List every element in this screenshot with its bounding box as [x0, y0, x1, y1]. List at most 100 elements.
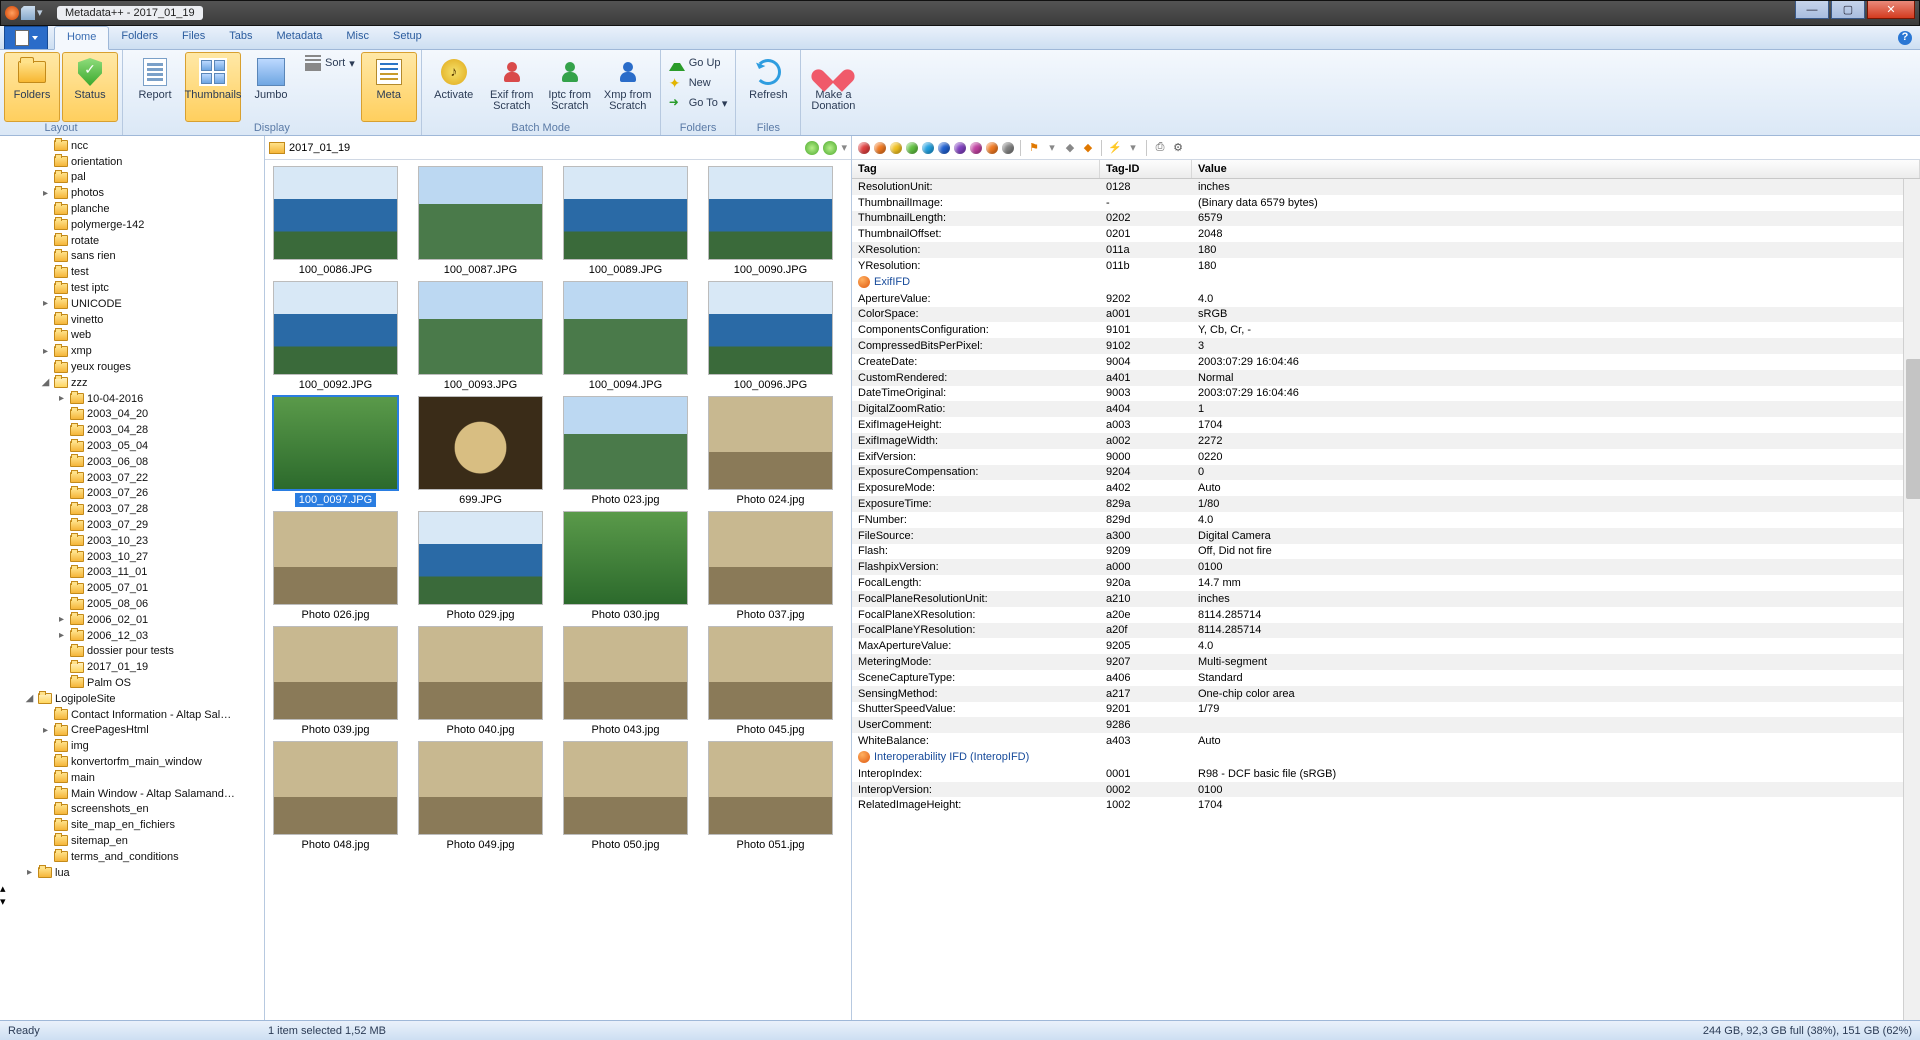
tree-node[interactable]: orientation [2, 154, 264, 170]
metadata-row[interactable]: CustomRendered:a401Normal [852, 370, 1920, 386]
thumbnail[interactable]: 100_0090.JPG [708, 166, 833, 277]
metadata-row[interactable]: CompressedBitsPerPixel:91023 [852, 338, 1920, 354]
flag-dropdown-icon[interactable]: ▾ [1045, 141, 1059, 155]
color-dot[interactable] [970, 142, 982, 154]
metadata-row[interactable]: FocalPlaneYResolution:a20f8114.285714 [852, 623, 1920, 639]
metadata-row[interactable]: ThumbnailImage:-(Binary data 6579 bytes) [852, 195, 1920, 211]
tree-node[interactable]: 2005_08_06 [2, 596, 264, 612]
thumbnail[interactable]: Photo 030.jpg [563, 511, 688, 622]
tree-node[interactable]: ▸lua [2, 865, 264, 881]
metadata-row[interactable]: FlashpixVersion:a0000100 [852, 559, 1920, 575]
xmp-scratch-button[interactable]: Xmp from Scratch [600, 52, 656, 122]
bolt-icon[interactable]: ⚡ [1108, 141, 1122, 155]
tree-node[interactable]: ▸xmp [2, 343, 264, 359]
color-dot[interactable] [938, 142, 950, 154]
metadata-row[interactable]: ApertureValue:92024.0 [852, 291, 1920, 307]
color-dot[interactable] [890, 142, 902, 154]
thumbnail[interactable]: 699.JPG [418, 396, 543, 507]
color-dot[interactable] [858, 142, 870, 154]
color-dot[interactable] [874, 142, 886, 154]
file-menu-button[interactable] [4, 26, 48, 49]
thumbnail[interactable]: Photo 043.jpg [563, 626, 688, 737]
tree-node[interactable]: pal [2, 170, 264, 186]
activate-button[interactable]: Activate [426, 52, 482, 122]
tree-node[interactable]: 2003_05_04 [2, 438, 264, 454]
tree-node[interactable]: vinetto [2, 312, 264, 328]
metadata-row[interactable]: ComponentsConfiguration:9101Y, Cb, Cr, - [852, 322, 1920, 338]
metadata-group-header[interactable]: Interoperability IFD (InteropIFD)⌃ [852, 749, 1920, 766]
qat-save-icon[interactable] [21, 6, 35, 20]
metadata-row[interactable]: ExifImageHeight:a0031704 [852, 417, 1920, 433]
metadata-row[interactable]: FocalPlaneResolutionUnit:a210inches [852, 591, 1920, 607]
color-dot[interactable] [1002, 142, 1014, 154]
tree-node[interactable]: site_map_en_fichiers [2, 817, 264, 833]
goup-button[interactable]: Go Up [665, 54, 732, 72]
help-icon[interactable]: ? [1898, 31, 1912, 45]
color-dot[interactable] [954, 142, 966, 154]
thumbnail[interactable]: 100_0093.JPG [418, 281, 543, 392]
tree-node[interactable]: sans rien [2, 249, 264, 265]
tree-node[interactable]: test [2, 264, 264, 280]
nav-up-icon[interactable] [823, 141, 837, 155]
tab-misc[interactable]: Misc [334, 26, 381, 49]
tab-setup[interactable]: Setup [381, 26, 434, 49]
thumbnail[interactable]: Photo 049.jpg [418, 741, 543, 852]
metadata-row[interactable]: DateTimeOriginal:90032003:07:29 16:04:46 [852, 386, 1920, 402]
tree-node[interactable]: Main Window - Altap Salamand… [2, 786, 264, 802]
metadata-row[interactable]: FileSource:a300Digital Camera [852, 528, 1920, 544]
tree-node[interactable]: polymerge-142 [2, 217, 264, 233]
goto-button[interactable]: ➜Go To ▾ [665, 94, 732, 112]
tree-scrollbar[interactable]: ▴▾ [0, 882, 264, 908]
tree-node[interactable]: planche [2, 201, 264, 217]
tree-node[interactable]: 2003_04_28 [2, 422, 264, 438]
tree-node[interactable]: ▸CreePagesHtml [2, 722, 264, 738]
tag-orange-icon[interactable]: ◆ [1081, 141, 1095, 155]
tree-node[interactable]: test iptc [2, 280, 264, 296]
color-dot[interactable] [922, 142, 934, 154]
tree-node[interactable]: ncc [2, 138, 264, 154]
metadata-row[interactable]: ShutterSpeedValue:92011/79 [852, 702, 1920, 718]
tree-node[interactable]: 2003_10_23 [2, 533, 264, 549]
col-value-header[interactable]: Value [1192, 160, 1920, 178]
tree-node[interactable]: 2003_07_26 [2, 486, 264, 502]
thumbnail[interactable]: 100_0097.JPG [273, 396, 398, 507]
col-id-header[interactable]: Tag-ID [1100, 160, 1192, 178]
metadata-row[interactable]: FocalLength:920a14.7 mm [852, 575, 1920, 591]
tree-node[interactable]: main [2, 770, 264, 786]
metadata-row[interactable]: SceneCaptureType:a406Standard [852, 670, 1920, 686]
metadata-row[interactable]: RelatedImageHeight:10021704 [852, 797, 1920, 813]
metadata-row[interactable]: ExposureTime:829a1/80 [852, 496, 1920, 512]
meta-button[interactable]: Meta [361, 52, 417, 122]
metadata-row[interactable]: ExifVersion:90000220 [852, 449, 1920, 465]
metadata-table[interactable]: ResolutionUnit:0128inchesThumbnailImage:… [852, 179, 1920, 1020]
tree-node[interactable]: ▸2006_02_01 [2, 612, 264, 628]
tree-node[interactable]: 2003_07_28 [2, 501, 264, 517]
metadata-row[interactable]: FNumber:829d4.0 [852, 512, 1920, 528]
nav-dropdown-icon[interactable]: ▾ [841, 141, 847, 155]
metadata-row[interactable]: ResolutionUnit:0128inches [852, 179, 1920, 195]
metadata-row[interactable]: MeteringMode:9207Multi-segment [852, 654, 1920, 670]
tag-gray-icon[interactable]: ◆ [1063, 141, 1077, 155]
thumbnails-button[interactable]: Thumbnails [185, 52, 241, 122]
minimize-button[interactable]: — [1795, 1, 1829, 19]
metadata-row[interactable]: DigitalZoomRatio:a4041 [852, 401, 1920, 417]
color-dot[interactable] [986, 142, 998, 154]
thumbnail[interactable]: Photo 050.jpg [563, 741, 688, 852]
thumbnail[interactable]: Photo 040.jpg [418, 626, 543, 737]
thumbnail[interactable]: Photo 045.jpg [708, 626, 833, 737]
metadata-row[interactable]: ExposureCompensation:92040 [852, 465, 1920, 481]
tree-node[interactable]: rotate [2, 233, 264, 249]
thumbnail[interactable]: Photo 024.jpg [708, 396, 833, 507]
tree-node[interactable]: Palm OS [2, 675, 264, 691]
metadata-row[interactable]: Flash:9209Off, Did not fire [852, 544, 1920, 560]
thumbnail-grid[interactable]: 100_0086.JPG100_0087.JPG100_0089.JPG100_… [265, 160, 851, 1020]
metadata-row[interactable]: InteropVersion:00020100 [852, 782, 1920, 798]
metadata-scrollbar[interactable] [1903, 179, 1920, 1020]
tree-node[interactable]: 2003_06_08 [2, 454, 264, 470]
exif-scratch-button[interactable]: Exif from Scratch [484, 52, 540, 122]
breadcrumb[interactable]: 2017_01_19 [289, 142, 801, 154]
metadata-row[interactable]: InteropIndex:0001R98 - DCF basic file (s… [852, 766, 1920, 782]
jumbo-button[interactable]: Jumbo [243, 52, 299, 122]
refresh-button[interactable]: Refresh [740, 52, 796, 122]
thumbnail[interactable]: 100_0096.JPG [708, 281, 833, 392]
